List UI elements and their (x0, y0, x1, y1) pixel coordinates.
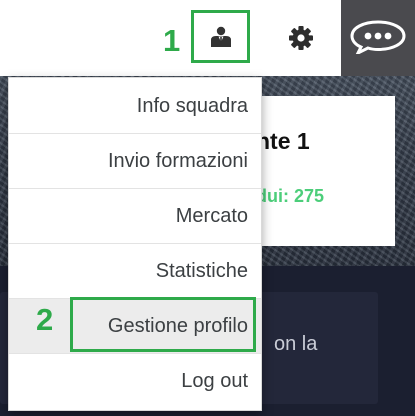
user-dropdown-menu: Info squadra Invio formazioni Mercato St… (8, 77, 262, 411)
team-card-title: nte 1 (256, 128, 310, 154)
news-card-text: on la (274, 333, 318, 355)
menu-item-log-out[interactable]: Log out (9, 354, 261, 409)
menu-item-label: Log out (181, 370, 248, 392)
chat-bubble-icon[interactable] (349, 20, 407, 54)
menu-item-statistiche[interactable]: Statistiche (9, 244, 261, 299)
user-profile-icon (210, 26, 231, 47)
gear-icon[interactable] (288, 25, 314, 51)
step-number-1: 1 (163, 23, 181, 58)
menu-item-invio-formazioni[interactable]: Invio formazioni (9, 134, 261, 189)
user-menu-button[interactable] (191, 10, 250, 63)
menu-item-mercato[interactable]: Mercato (9, 189, 261, 244)
step-number-2: 2 (36, 302, 54, 337)
menu-item-info-squadra[interactable]: Info squadra (9, 79, 261, 134)
menu-item-label: Invio formazioni (107, 149, 248, 172)
menu-item-label: Statistiche (155, 259, 248, 282)
menu-item-label: Mercato (175, 204, 248, 227)
gestione-profilo-highlight (70, 297, 256, 352)
team-card-credits: dui: 275 (256, 186, 325, 206)
menu-item-label: Info squadra (136, 94, 248, 117)
